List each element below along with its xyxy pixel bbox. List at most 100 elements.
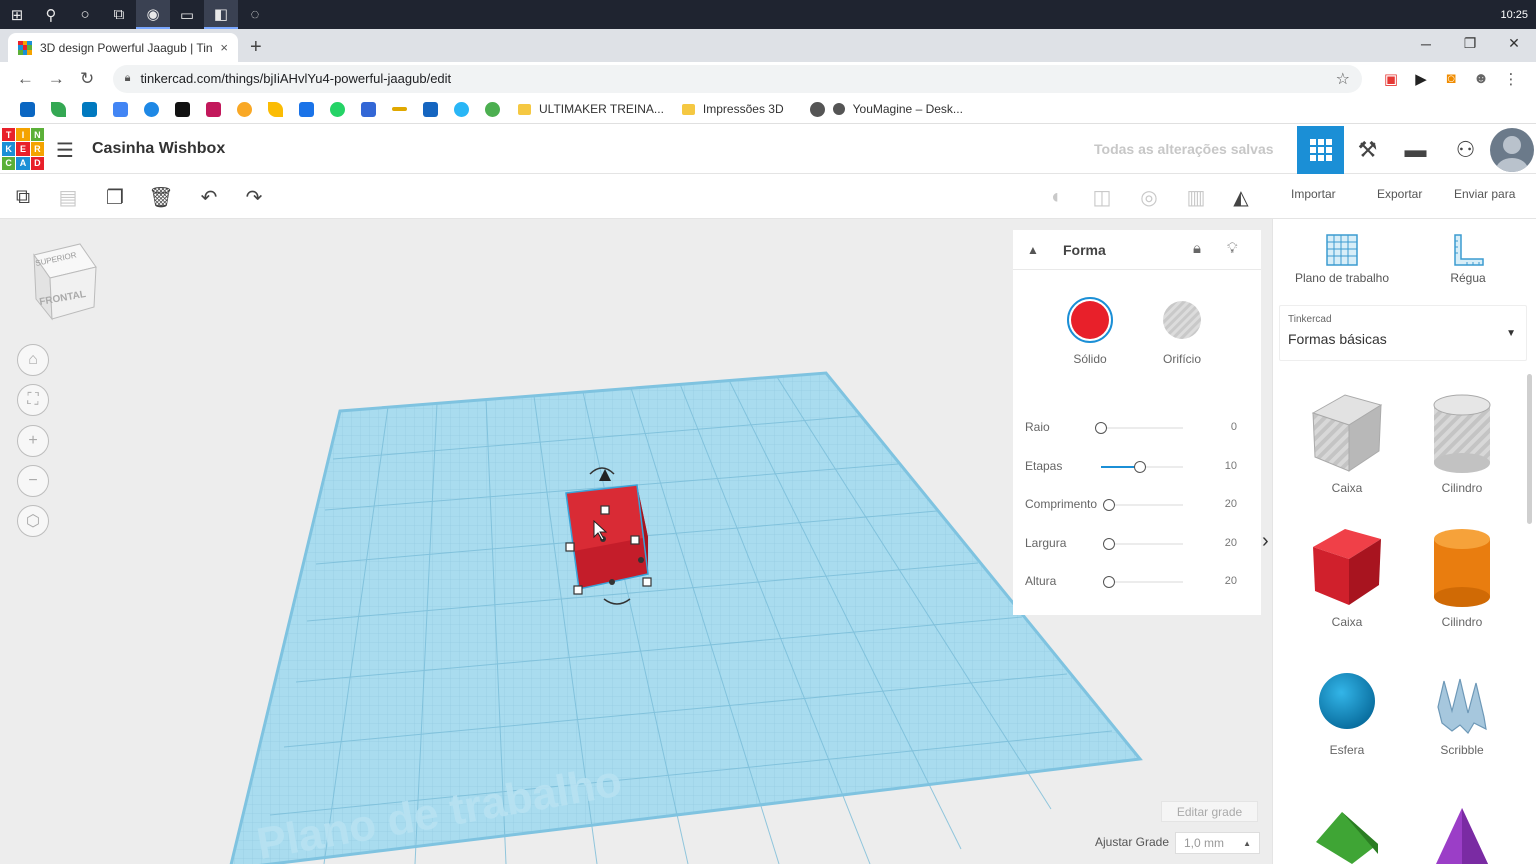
- send-to-button[interactable]: Enviar para: [1454, 187, 1515, 201]
- bookmark-youmagine[interactable]: YouMagine – Desk...: [832, 102, 963, 116]
- steps-slider-knob[interactable]: [1133, 461, 1146, 473]
- workplane-grid[interactable]: [229, 371, 1143, 864]
- paste-icon[interactable]: ▤: [55, 184, 81, 210]
- mirror-icon[interactable]: ◭: [1228, 184, 1254, 210]
- bookmark-list-icon[interactable]: [353, 100, 384, 118]
- add-user-icon[interactable]: ⚇: [1442, 126, 1489, 174]
- bookmark-globe-icon[interactable]: [477, 100, 508, 118]
- group-icon[interactable]: ◫: [1089, 184, 1115, 210]
- bottom-left-handle[interactable]: [573, 585, 583, 595]
- bookmark-app-icon[interactable]: [136, 100, 167, 118]
- bookmark-calendar-icon[interactable]: [291, 100, 322, 118]
- lego-bricks-icon[interactable]: ▬: [1392, 126, 1439, 174]
- shape-roof[interactable]: [1297, 804, 1397, 864]
- steps-slider[interactable]: [1101, 461, 1183, 473]
- lock-icon[interactable]: 🔒︎: [125, 72, 131, 85]
- shape-scribble[interactable]: Scribble: [1412, 667, 1512, 757]
- bookmark-linkedin-icon[interactable]: [12, 100, 43, 118]
- radius-slider-knob[interactable]: [1095, 422, 1107, 434]
- bookmark-whatsapp-icon[interactable]: [322, 100, 353, 118]
- align-icon[interactable]: ▥: [1183, 184, 1209, 210]
- length-slider-knob[interactable]: [1103, 499, 1115, 511]
- export-button[interactable]: Exportar: [1377, 187, 1422, 201]
- hide-shape-icon[interactable]: 💡︎: [1227, 240, 1238, 257]
- design-title[interactable]: Casinha Wishbox: [92, 140, 225, 158]
- length-slider[interactable]: [1103, 499, 1183, 511]
- fit-view-icon[interactable]: ⛶: [17, 384, 49, 416]
- search-icon[interactable]: ⚲: [34, 0, 68, 29]
- height-slider-knob[interactable]: [1103, 576, 1115, 588]
- perspective-icon[interactable]: ⬡: [17, 505, 49, 537]
- ruler-tool[interactable]: Régua: [1403, 229, 1533, 285]
- snap-grid-select[interactable]: 1,0 mm ▲: [1175, 832, 1260, 854]
- bottom-right-handle[interactable]: [642, 577, 652, 587]
- bookmark-p-icon[interactable]: [167, 100, 198, 118]
- bookmark-star-icon[interactable]: ☆: [1336, 69, 1350, 89]
- width-slider-knob[interactable]: [1103, 538, 1115, 550]
- reload-icon[interactable]: ↻: [72, 69, 103, 89]
- bookmark-dots-icon[interactable]: [229, 100, 260, 118]
- shape-box[interactable]: Caixa: [1297, 525, 1397, 629]
- zoom-out-icon[interactable]: −: [17, 465, 49, 497]
- workplane-tool[interactable]: Plano de trabalho: [1277, 229, 1407, 285]
- left-handle[interactable]: [565, 542, 575, 552]
- youtube-extension-icon[interactable]: ▣: [1376, 70, 1406, 88]
- view-cube[interactable]: SUPERIOR FRONTAL: [30, 241, 100, 328]
- pickaxe-icon[interactable]: ⚒: [1344, 126, 1391, 174]
- app-circle-taskbar-icon[interactable]: ◌: [238, 0, 272, 29]
- bookmark-docs-icon[interactable]: [105, 100, 136, 118]
- profile-icon[interactable]: ☻: [1466, 70, 1496, 88]
- bookmark-drive-icon[interactable]: [43, 100, 74, 118]
- bookmark-bird-icon[interactable]: [446, 100, 477, 118]
- shape-library-select[interactable]: Tinkercad Formas básicas ▼: [1279, 305, 1527, 361]
- bookmark-trello-icon[interactable]: [74, 100, 105, 118]
- radius-slider[interactable]: [1095, 422, 1183, 434]
- shape-box-hole[interactable]: Caixa: [1297, 391, 1397, 495]
- ungroup-icon[interactable]: ◎: [1136, 184, 1162, 210]
- redo-icon[interactable]: ↷: [241, 184, 267, 210]
- top-handle[interactable]: [600, 505, 610, 515]
- right-handle[interactable]: [630, 535, 640, 545]
- library-scrollbar[interactable]: [1527, 374, 1532, 524]
- undo-icon[interactable]: ↶: [196, 184, 222, 210]
- bookmark-drive2-icon[interactable]: [260, 100, 291, 118]
- design-list-icon[interactable]: ☰: [56, 138, 74, 163]
- bookmark-dash-icon[interactable]: [384, 100, 415, 118]
- width-slider[interactable]: [1103, 538, 1183, 550]
- new-tab-button[interactable]: +: [250, 36, 262, 59]
- tinkercad-logo[interactable]: T I N K E R C A D: [2, 128, 44, 170]
- tab-close-icon[interactable]: ×: [220, 40, 228, 55]
- app-c-taskbar-icon[interactable]: ◧: [204, 0, 238, 29]
- back-icon[interactable]: ←: [10, 69, 41, 89]
- file-explorer-icon[interactable]: ▭: [170, 0, 204, 29]
- edit-grid-button[interactable]: Editar grade: [1161, 801, 1258, 822]
- shape-sphere[interactable]: Esfera: [1297, 667, 1397, 757]
- solid-option[interactable]: Sólido: [1060, 296, 1120, 366]
- task-view-icon[interactable]: ⧉: [102, 0, 136, 29]
- note-icon[interactable]: ◖: [1042, 184, 1068, 210]
- bookmark-folder-impressoes[interactable]: Impressões 3D: [681, 102, 784, 116]
- solid-color-swatch[interactable]: [1071, 301, 1109, 339]
- browser-tab[interactable]: 3D design Powerful Jaagub | Tinkercad ×: [8, 33, 238, 62]
- avatar[interactable]: [1490, 128, 1534, 172]
- cortana-icon[interactable]: ○: [68, 0, 102, 29]
- height-slider[interactable]: [1103, 576, 1183, 588]
- bookmark-office-icon[interactable]: [198, 100, 229, 118]
- bookmark-folder-ultimaker[interactable]: ULTIMAKER TREINA...: [518, 102, 664, 116]
- import-button[interactable]: Importar: [1291, 187, 1336, 201]
- hole-swatch[interactable]: [1163, 301, 1201, 339]
- view-3d-button[interactable]: [1297, 126, 1344, 174]
- camera-extension-icon[interactable]: ◙: [1436, 70, 1466, 88]
- minimize-icon[interactable]: ─: [1404, 29, 1448, 58]
- shape-cylinder[interactable]: Cilindro: [1412, 525, 1512, 629]
- close-window-icon[interactable]: ✕: [1492, 29, 1536, 58]
- shape-cone[interactable]: [1412, 804, 1512, 864]
- collapse-inspector-icon[interactable]: ▲: [1013, 243, 1053, 257]
- duplicate-icon[interactable]: ❐: [102, 184, 128, 210]
- hole-option[interactable]: Orifício: [1152, 296, 1212, 366]
- shape-cylinder-hole[interactable]: Cilindro: [1412, 391, 1512, 495]
- bookmark-world-icon[interactable]: [802, 100, 833, 118]
- play-extension-icon[interactable]: ▶: [1406, 70, 1436, 88]
- collapse-panel-chevron-icon[interactable]: ›: [1262, 530, 1269, 553]
- chrome-taskbar-icon[interactable]: ◉: [136, 0, 170, 29]
